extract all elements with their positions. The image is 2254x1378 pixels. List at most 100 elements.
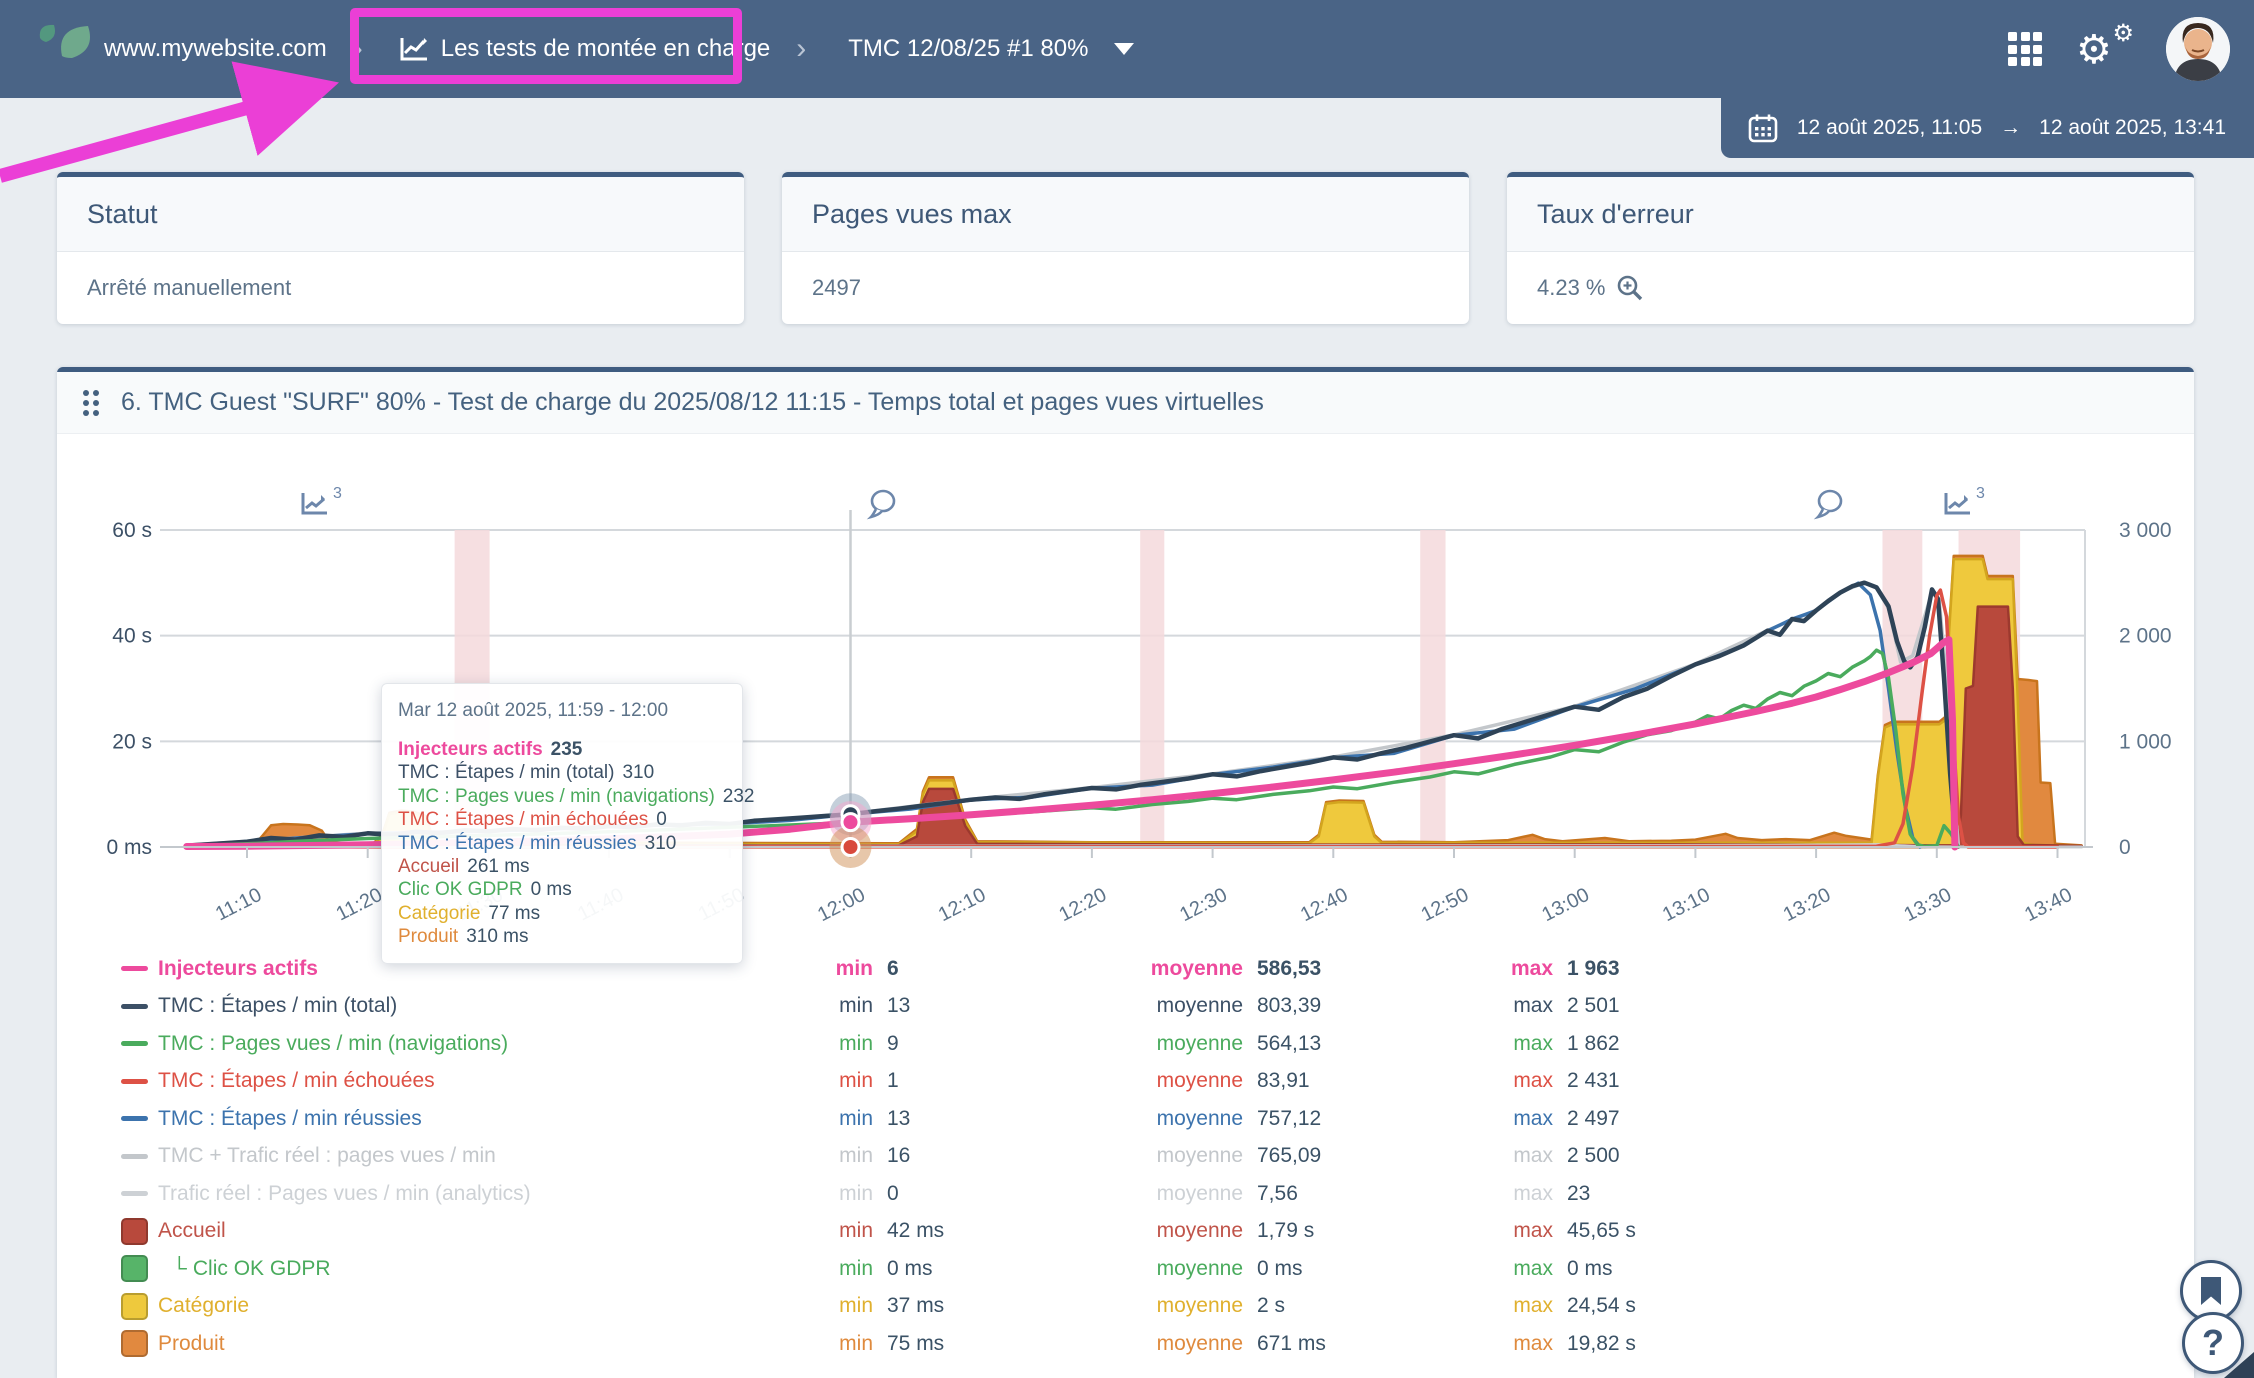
legend-swatch [121, 1191, 148, 1196]
legend-swatch [121, 1255, 148, 1282]
legend-swatch [121, 1154, 148, 1159]
x-axis-label: 12:40 [1297, 884, 1352, 926]
legend-min-value: 37 ms [873, 1294, 1133, 1318]
settings-gears-icon[interactable]: ⚙ ⚙ [2076, 21, 2132, 77]
legend-label: Trafic réel : Pages vues / min (analytic… [158, 1182, 758, 1206]
breadcrumb-test-selector[interactable]: TMC 12/08/25 #1 80% [848, 35, 1134, 63]
legend-moyenne-value: 671 ms [1243, 1332, 1493, 1356]
x-axis-label: 13:40 [2021, 884, 2076, 926]
legend-label: TMC + Trafic réel : pages vues / min [158, 1144, 758, 1168]
legend-max-label: max [1493, 1107, 1553, 1131]
legend-row[interactable]: └Clic OK GDPR min 0 ms moyenne 0 ms max … [57, 1250, 2194, 1288]
chevron-right-icon: › [796, 34, 806, 64]
legend-moyenne-label: moyenne [1133, 1294, 1243, 1318]
legend-row[interactable]: Catégorie min 37 ms moyenne 2 s max 24,5… [57, 1288, 2194, 1326]
calendar-icon [1747, 112, 1779, 144]
chart-link-icon[interactable]: 3 [1946, 485, 1985, 513]
comment-bubble-icon[interactable] [871, 491, 894, 517]
y-left-label: 0 ms [106, 836, 152, 859]
card-statut: Statut Arrêté manuellement [57, 172, 744, 324]
legend-max-label: max [1493, 1182, 1553, 1206]
x-axis-label: 11:20 [333, 884, 386, 926]
chart-x-axis: 11:1011:2011:3011:4011:5012:0012:1012:20… [160, 847, 2093, 926]
legend-min-value: 42 ms [873, 1219, 1133, 1243]
legend-max-label: max [1493, 1294, 1553, 1318]
chevron-down-icon [1114, 43, 1134, 55]
comment-bubble-icon[interactable] [1818, 491, 1841, 517]
line-chart-icon [399, 36, 429, 62]
bookmark-icon [2198, 1275, 2224, 1307]
legend-moyenne-label: moyenne [1133, 994, 1243, 1018]
legend-row[interactable]: TMC + Trafic réel : pages vues / min min… [57, 1138, 2194, 1176]
svg-text:3: 3 [1976, 485, 1985, 502]
y-right-label: 3 000 [2119, 519, 2172, 542]
legend-max-value: 0 ms [1553, 1257, 2194, 1281]
legend-swatch [121, 1330, 148, 1357]
chart-plot-area[interactable] [160, 530, 2085, 847]
legend-moyenne-label: moyenne [1133, 1032, 1243, 1056]
legend-row[interactable]: TMC : Pages vues / min (navigations) min… [57, 1025, 2194, 1063]
legend-moyenne-value: 765,09 [1243, 1144, 1493, 1168]
zoom-in-icon[interactable] [1616, 274, 1644, 302]
legend-min-label: min [758, 994, 873, 1018]
card-taux-erreur: Taux d'erreur 4.23 % [1507, 172, 2194, 324]
y-left-label: 20 s [112, 730, 152, 753]
legend-min-label: min [758, 1032, 873, 1056]
legend-max-label: max [1493, 1069, 1553, 1093]
legend-row[interactable]: TMC : Étapes / min (total) min 13 moyenn… [57, 988, 2194, 1026]
breadcrumb-site[interactable]: www.mywebsite.com [104, 35, 327, 63]
legend-moyenne-label: moyenne [1133, 1182, 1243, 1206]
chart-panel: 6. TMC Guest "SURF" 80% - Test de charge… [57, 367, 2194, 1378]
load-test-chart[interactable]: 11:1011:2011:3011:4011:5012:0012:1012:20… [57, 435, 2194, 995]
x-axis-label: 12:30 [1176, 884, 1231, 926]
user-avatar[interactable] [2166, 17, 2230, 81]
date-range-end: 12 août 2025, 13:41 [2039, 116, 2226, 140]
legend-max-value: 19,82 s [1553, 1332, 2194, 1356]
drag-handle-icon[interactable] [83, 390, 99, 416]
gear-small-icon: ⚙ [2112, 19, 2134, 48]
top-navigation-bar: www.mywebsite.com › Les tests de montée … [0, 0, 2254, 98]
x-axis-label: 13:00 [1538, 884, 1593, 926]
legend-max-label: max [1493, 1332, 1553, 1356]
x-axis-label: 12:50 [1418, 884, 1473, 926]
legend-swatch [121, 1293, 148, 1320]
legend-row[interactable]: Trafic réel : Pages vues / min (analytic… [57, 1175, 2194, 1213]
legend-max-label: max [1493, 957, 1553, 981]
legend-swatch [121, 1116, 148, 1121]
legend-row[interactable]: TMC : Étapes / min échouées min 1 moyenn… [57, 1063, 2194, 1101]
x-axis-label: 11:40 [574, 884, 627, 926]
chart-link-icon[interactable]: 3 [303, 485, 342, 513]
card-title: Taux d'erreur [1507, 177, 2194, 252]
legend-moyenne-label: moyenne [1133, 1069, 1243, 1093]
legend-max-label: max [1493, 1144, 1553, 1168]
legend-label: TMC : Étapes / min échouées [158, 1069, 758, 1093]
apps-grid-icon[interactable] [2008, 32, 2042, 66]
legend-min-value: 6 [873, 957, 1133, 981]
breadcrumb: www.mywebsite.com › Les tests de montée … [104, 0, 1134, 98]
legend-moyenne-value: 2 s [1243, 1294, 1493, 1318]
x-axis-label: 11:50 [695, 884, 748, 926]
date-range-picker[interactable]: 12 août 2025, 11:05 → 12 août 2025, 13:4… [1721, 98, 2254, 158]
avatar-illustration [2166, 17, 2230, 81]
legend-max-value: 2 497 [1553, 1107, 2194, 1131]
legend-row[interactable]: Injecteurs actifs min 6 moyenne 586,53 m… [57, 950, 2194, 988]
x-axis-label: 11:10 [212, 884, 265, 926]
legend-max-value: 23 [1553, 1182, 2194, 1206]
legend-moyenne-value: 586,53 [1243, 957, 1493, 981]
legend-row[interactable]: Produit min 75 ms moyenne 671 ms max 19,… [57, 1325, 2194, 1363]
legend-min-label: min [758, 957, 873, 981]
y-right-label: 2 000 [2119, 625, 2172, 648]
x-axis-label: 13:10 [1659, 884, 1714, 926]
breadcrumb-section[interactable]: Les tests de montée en charge [389, 35, 771, 63]
legend-max-label: max [1493, 1032, 1553, 1056]
legend-label: TMC : Pages vues / min (navigations) [158, 1032, 758, 1056]
legend-label: Catégorie [158, 1294, 758, 1318]
legend-moyenne-value: 1,79 s [1243, 1219, 1493, 1243]
legend-max-label: max [1493, 994, 1553, 1018]
app-logo-icon[interactable] [38, 20, 100, 78]
card-value: 2497 [812, 275, 861, 301]
legend-row[interactable]: TMC : Étapes / min réussies min 13 moyen… [57, 1100, 2194, 1138]
legend-row[interactable]: Accueil min 42 ms moyenne 1,79 s max 45,… [57, 1213, 2194, 1251]
legend-max-value: 2 431 [1553, 1069, 2194, 1093]
legend-max-value: 45,65 s [1553, 1219, 2194, 1243]
